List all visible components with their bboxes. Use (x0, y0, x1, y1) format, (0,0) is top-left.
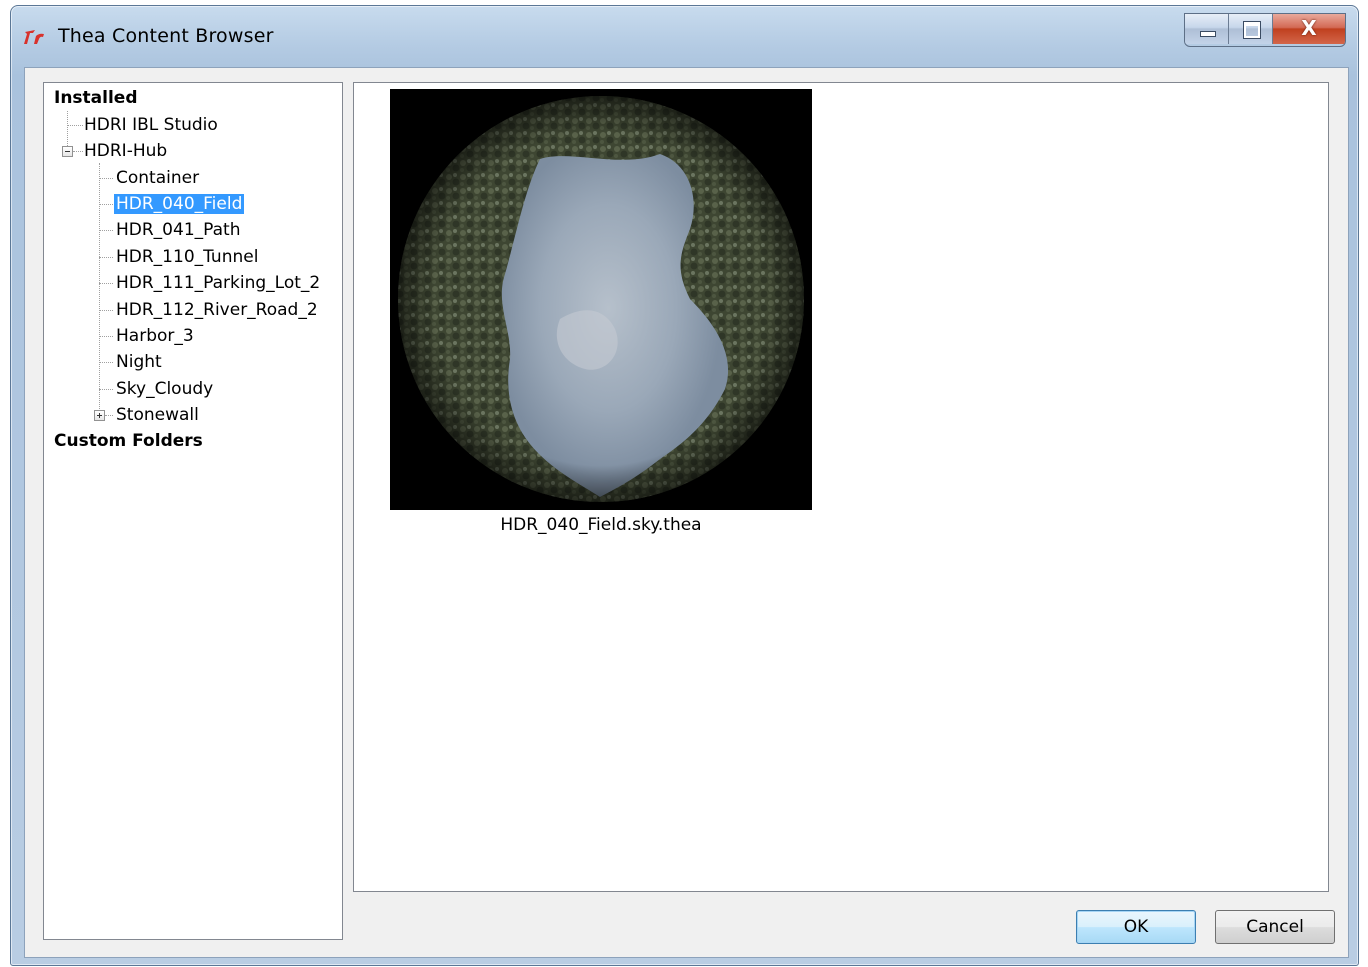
close-button[interactable]: X (1273, 14, 1345, 44)
tree-item-hdr-111-parking-lot-2[interactable]: HDR_111_Parking_Lot_2 (116, 271, 320, 295)
thea-logo-icon (24, 30, 44, 44)
tree-item-hdri-ibl-studio[interactable]: HDRI IBL Studio (84, 113, 218, 137)
cancel-button[interactable]: Cancel (1215, 910, 1335, 944)
maximize-button[interactable] (1229, 14, 1273, 44)
window-title: Thea Content Browser (58, 25, 274, 47)
tree-connector (99, 336, 113, 337)
folder-tree[interactable]: Installed HDRI IBL Studio HDRI-Hub Conta… (43, 82, 343, 940)
tree-connector (99, 178, 113, 179)
tree-connector (99, 163, 100, 413)
maximize-icon (1243, 21, 1261, 39)
close-icon: X (1301, 16, 1317, 40)
caption-buttons: X (1184, 13, 1346, 47)
tree-item-sky-cloudy[interactable]: Sky_Cloudy (116, 377, 213, 401)
tree-item-stonewall[interactable]: Stonewall (116, 403, 199, 427)
tree-item-hdri-hub[interactable]: HDRI-Hub (84, 139, 167, 163)
content-view[interactable]: HDR_040_Field.sky.thea (353, 82, 1329, 892)
fisheye-sky-image (398, 96, 804, 502)
content-browser-window: Thea Content Browser X Installed HDRI IB… (10, 5, 1359, 966)
tree-connector (99, 257, 113, 258)
tree-connector (67, 111, 68, 148)
collapse-icon[interactable] (62, 146, 73, 157)
tree-connector (99, 204, 113, 205)
tree-section-installed[interactable]: Installed (54, 86, 138, 110)
ok-button[interactable]: OK (1076, 910, 1196, 944)
dialog-client-area: Installed HDRI IBL Studio HDRI-Hub Conta… (24, 67, 1349, 958)
tree-connector (99, 230, 113, 231)
tree-connector (67, 125, 83, 126)
thumbnail-filename: HDR_040_Field.sky.thea (500, 515, 702, 535)
tree-item-hdr-040-field[interactable]: HDR_040_Field (114, 192, 245, 216)
tree-connector (99, 389, 113, 390)
tree-item-hdr-112-river-road-2[interactable]: HDR_112_River_Road_2 (116, 298, 318, 322)
tree-item-container[interactable]: Container (116, 166, 199, 190)
tree-connector (99, 362, 113, 363)
tree-connector (99, 283, 113, 284)
tree-item-harbor-3[interactable]: Harbor_3 (116, 324, 194, 348)
expand-icon[interactable] (94, 410, 105, 421)
tree-item-night[interactable]: Night (116, 350, 162, 374)
tree-connector (73, 151, 83, 152)
tree-connector (105, 415, 113, 416)
minimize-button[interactable] (1185, 14, 1229, 44)
tree-item-hdr-041-path[interactable]: HDR_041_Path (116, 218, 240, 242)
tree-connector (99, 310, 113, 311)
tree-section-custom-folders[interactable]: Custom Folders (54, 429, 203, 453)
tree-item-hdr-110-tunnel[interactable]: HDR_110_Tunnel (116, 245, 258, 269)
sky-preview-thumbnail[interactable] (390, 89, 812, 510)
title-bar[interactable]: Thea Content Browser X (11, 6, 1358, 58)
minimize-icon (1200, 31, 1216, 37)
